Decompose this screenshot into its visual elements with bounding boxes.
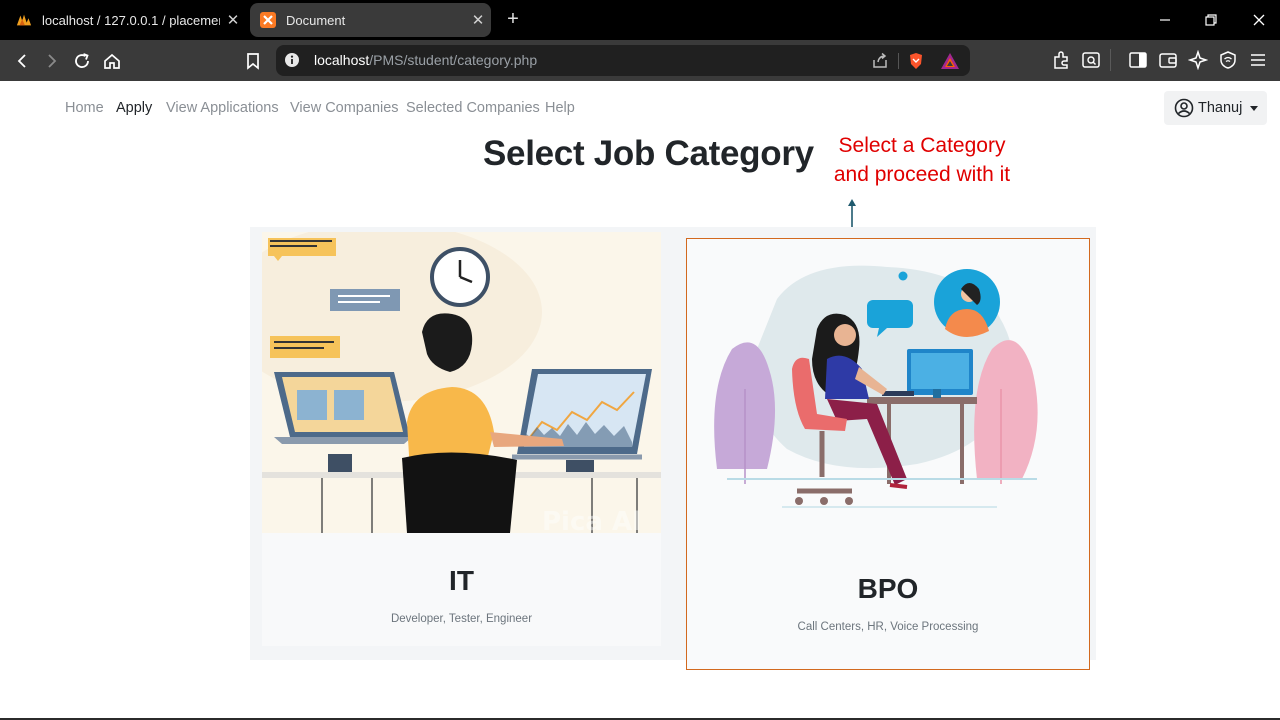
annotation-callout: Select a Category and proceed with it	[812, 131, 1032, 189]
tab-phpmyadmin[interactable]: localhost / 127.0.0.1 / placement ✕	[6, 0, 246, 40]
user-icon	[1174, 98, 1194, 118]
sidebar-icon[interactable]	[1127, 49, 1149, 71]
page-title: Select Job Category	[483, 134, 814, 173]
toolbar-divider	[1110, 49, 1111, 71]
address-bar[interactable]: localhost/PMS/student/category.php	[276, 45, 970, 76]
reader-mode-icon[interactable]	[1080, 49, 1102, 71]
nav-view-applications[interactable]: View Applications	[166, 100, 279, 116]
tab-document[interactable]: Document ✕	[250, 3, 491, 37]
category-title-it: IT	[449, 565, 474, 596]
nav-home[interactable]: Home	[65, 100, 104, 116]
brave-rewards-icon[interactable]	[940, 51, 960, 71]
site-info-icon[interactable]	[284, 52, 300, 68]
extensions-icon[interactable]	[1050, 49, 1072, 71]
close-window-button[interactable]	[1236, 0, 1280, 40]
category-title-bpo: BPO	[857, 573, 919, 604]
reload-icon[interactable]	[69, 48, 95, 74]
divider	[898, 53, 899, 69]
wallet-icon[interactable]	[1157, 49, 1179, 71]
vpn-icon[interactable]	[1217, 49, 1239, 71]
back-icon[interactable]	[9, 48, 35, 74]
new-tab-button[interactable]: +	[502, 8, 524, 30]
browser-tab-bar: localhost / 127.0.0.1 / placement ✕ Docu…	[0, 0, 1280, 40]
close-tab-icon[interactable]: ✕	[220, 11, 246, 29]
nav-selected-companies[interactable]: Selected Companies	[406, 100, 540, 116]
user-name: Thanuj	[1198, 100, 1243, 116]
url-text: localhost/PMS/student/category.php	[314, 52, 538, 68]
annotation-line-1: Select a Category	[838, 134, 1006, 157]
bpo-illustration	[714, 265, 1038, 508]
nav-view-companies[interactable]: View Companies	[290, 100, 399, 116]
user-menu-button[interactable]: Thanuj	[1164, 91, 1267, 125]
restore-button[interactable]	[1188, 0, 1234, 40]
category-desc-it: Developer, Tester, Engineer	[390, 613, 533, 625]
category-card-it[interactable]: Pica Al IT Developer, Tester, Engineer	[262, 232, 661, 646]
site-navbar: Home Apply View Applications View Compan…	[0, 81, 1280, 135]
tab-title: Document	[286, 12, 346, 28]
forward-icon[interactable]	[39, 48, 65, 74]
nav-apply[interactable]: Apply	[116, 100, 152, 116]
minimize-button[interactable]	[1142, 0, 1188, 40]
it-illustration: Pica Al	[262, 232, 661, 533]
menu-icon[interactable]	[1247, 49, 1269, 71]
close-tab-icon[interactable]: ✕	[465, 11, 491, 29]
leo-ai-icon[interactable]	[1187, 49, 1209, 71]
share-icon[interactable]	[870, 51, 890, 71]
svg-text:Pica Al: Pica Al	[542, 507, 641, 533]
xampp-icon	[260, 12, 276, 28]
category-card-bpo[interactable]: BPO Call Centers, HR, Voice Processing	[686, 238, 1090, 670]
category-desc-bpo: Call Centers, HR, Voice Processing	[797, 621, 979, 633]
bookmark-icon[interactable]	[240, 48, 266, 74]
brave-shields-icon[interactable]	[906, 51, 926, 71]
tab-title: localhost / 127.0.0.1 / placement	[42, 12, 220, 28]
annotation-line-2: and proceed with it	[833, 163, 1011, 186]
nav-help[interactable]: Help	[545, 100, 575, 116]
phpmyadmin-icon	[16, 12, 32, 28]
home-icon[interactable]	[99, 48, 125, 74]
caret-down-icon	[1250, 105, 1259, 111]
